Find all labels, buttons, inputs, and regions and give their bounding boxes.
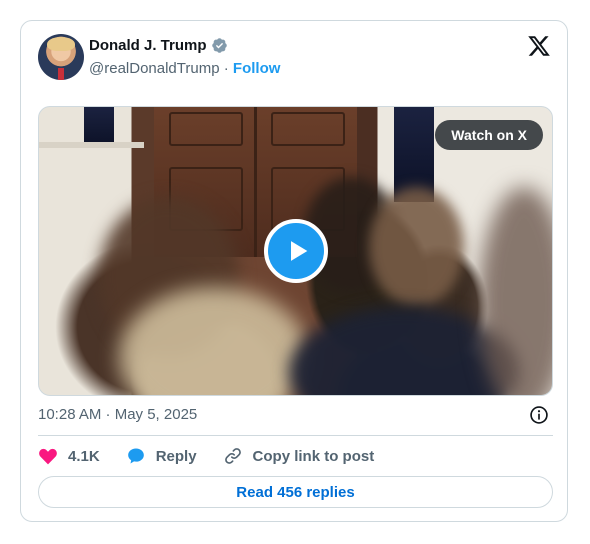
avatar-tie [58, 68, 64, 80]
avatar[interactable] [38, 34, 84, 80]
info-icon[interactable] [529, 405, 549, 425]
heart-icon [39, 448, 57, 465]
like-count: 4.1K [68, 447, 100, 465]
reply-button[interactable]: Reply [126, 446, 197, 466]
copy-link-button[interactable]: Copy link to post [223, 446, 375, 466]
author-handle-row: @realDonaldTrump · Follow [89, 60, 280, 77]
copy-link-label: Copy link to post [252, 447, 375, 465]
link-icon [224, 448, 241, 464]
action-bar: 4.1K Reply Copy link to post [38, 446, 400, 466]
video-scene-panel [271, 112, 345, 146]
embedded-post-card[interactable]: Donald J. Trump @realDonaldTrump · Follo… [20, 20, 568, 522]
divider [38, 435, 553, 436]
author-name[interactable]: Donald J. Trump [89, 37, 207, 54]
video-scene-head [369, 187, 464, 307]
separator-dot: · [223, 60, 233, 77]
author-handle[interactable]: @realDonaldTrump [89, 60, 220, 77]
video-scene-shelf [39, 142, 144, 148]
avatar-hair [47, 37, 75, 51]
post-timestamp[interactable]: 10:28 AM · May 5, 2025 [38, 406, 197, 423]
reply-label: Reply [155, 447, 197, 465]
watch-on-x-button[interactable]: Watch on X [435, 120, 543, 150]
video-media[interactable]: Watch on X [38, 106, 553, 396]
reply-bubble-icon [127, 448, 144, 464]
follow-button[interactable]: Follow [233, 60, 281, 77]
video-scene-head [479, 187, 552, 395]
play-button[interactable] [264, 219, 328, 283]
x-logo-icon[interactable] [527, 34, 551, 58]
video-scene-flag [84, 107, 114, 147]
read-replies-button[interactable]: Read 456 replies [38, 476, 553, 508]
author-name-row: Donald J. Trump [89, 37, 228, 54]
verified-badge-icon [211, 38, 227, 53]
video-scene-panel [169, 112, 243, 146]
play-icon [291, 241, 308, 261]
like-button[interactable]: 4.1K [38, 446, 100, 466]
